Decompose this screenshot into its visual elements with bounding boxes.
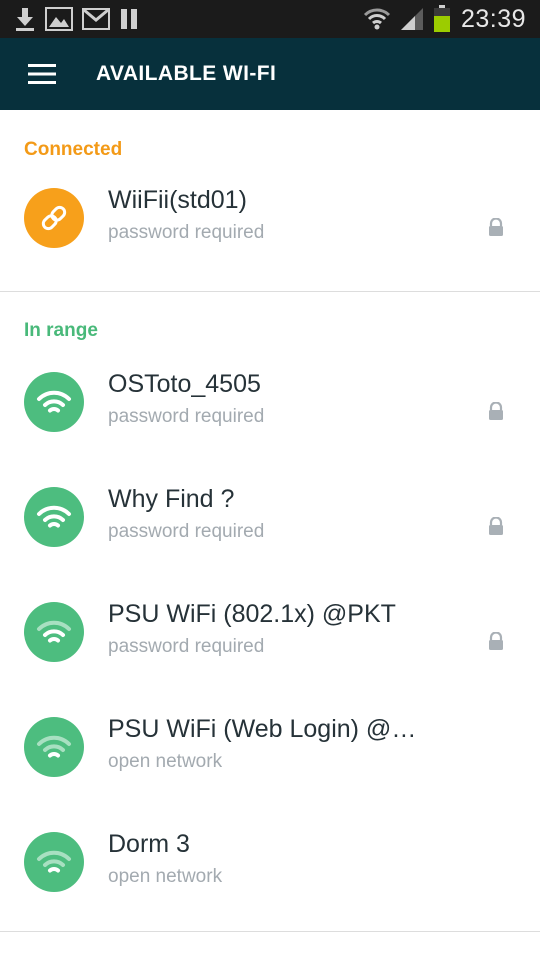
hamburger-menu-button[interactable] bbox=[18, 52, 66, 96]
network-row[interactable]: OSToto_4505 password required bbox=[0, 350, 540, 460]
wifi-icon bbox=[37, 735, 71, 758]
network-avatar bbox=[24, 832, 84, 892]
network-name: WiiFii(std01) bbox=[108, 186, 247, 214]
network-status: password required bbox=[108, 636, 265, 657]
network-status: password required bbox=[108, 222, 265, 243]
notification-icons bbox=[14, 5, 139, 33]
network-status: open network bbox=[108, 751, 223, 772]
network-avatar bbox=[24, 188, 84, 248]
network-row[interactable]: Dorm 3 open network bbox=[0, 810, 540, 920]
network-avatar bbox=[24, 717, 84, 777]
lock-icon bbox=[489, 402, 503, 420]
wifi-signal-icon bbox=[363, 8, 390, 30]
network-name: OSToto_4505 bbox=[108, 370, 261, 398]
network-status: password required bbox=[108, 406, 265, 427]
wifi-icon bbox=[37, 390, 71, 413]
gmail-icon bbox=[82, 8, 110, 30]
network-avatar bbox=[24, 602, 84, 662]
wifi-icon bbox=[37, 505, 71, 528]
link-icon bbox=[41, 205, 67, 231]
wifi-icon bbox=[37, 620, 71, 643]
network-row[interactable]: PSU WiFi (Web Login) @… open network bbox=[0, 695, 540, 805]
network-status: password required bbox=[108, 521, 265, 542]
lock-icon bbox=[489, 517, 503, 535]
hamburger-menu-icon bbox=[28, 64, 56, 84]
lock-icon bbox=[489, 218, 503, 236]
system-icons: 23:39 bbox=[363, 0, 526, 38]
network-avatar bbox=[24, 372, 84, 432]
wifi-icon bbox=[37, 850, 71, 873]
network-name: Why Find ? bbox=[108, 485, 235, 513]
network-row[interactable]: PSU WiFi (802.1x) @PKT password required bbox=[0, 580, 540, 690]
section-header-connected: Connected bbox=[24, 139, 123, 160]
image-icon bbox=[45, 7, 73, 31]
network-avatar bbox=[24, 487, 84, 547]
network-name: PSU WiFi (802.1x) @PKT bbox=[108, 600, 396, 628]
battery-icon bbox=[433, 5, 450, 32]
network-name: Dorm 3 bbox=[108, 830, 190, 858]
network-row[interactable]: Why Find ? password required bbox=[0, 465, 540, 575]
cell-signal-icon bbox=[400, 8, 423, 30]
section-header-in-range: In range bbox=[24, 320, 98, 341]
network-name: PSU WiFi (Web Login) @… bbox=[108, 715, 417, 743]
page-title: AVAILABLE WI-FI bbox=[96, 62, 277, 85]
list-end-divider bbox=[0, 931, 540, 932]
app-bar: AVAILABLE WI-FI bbox=[0, 38, 540, 110]
clock: 23:39 bbox=[460, 4, 526, 33]
download-icon bbox=[16, 8, 34, 31]
section-divider bbox=[0, 291, 540, 292]
status-bar: 23:39 bbox=[0, 0, 540, 38]
lock-icon bbox=[489, 632, 503, 650]
network-row-connected[interactable]: WiiFii(std01) password required bbox=[0, 166, 540, 276]
pause-icon bbox=[121, 9, 137, 29]
network-status: open network bbox=[108, 866, 223, 887]
